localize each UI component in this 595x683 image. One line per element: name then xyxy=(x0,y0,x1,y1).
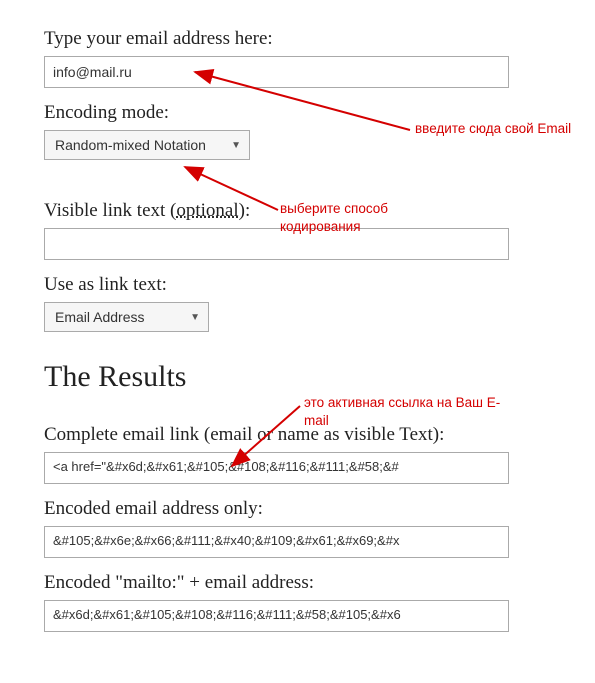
encoded-mailto-label: Encoded "mailto:" + email address: xyxy=(44,572,551,594)
useas-select[interactable]: Email Address ▼ xyxy=(44,302,209,332)
email-input[interactable] xyxy=(44,56,509,88)
encoder-form: Type your email address here: Encoding m… xyxy=(0,0,595,666)
annotation-result: это активная ссылка на Ваш E-mail xyxy=(304,394,504,430)
encoding-select[interactable]: Random-mixed Notation ▼ xyxy=(44,130,250,160)
encoded-address-output[interactable]: &#105;&#x6e;&#x66;&#111;&#x40;&#109;&#x6… xyxy=(44,526,509,558)
email-label: Type your email address here: xyxy=(44,28,551,50)
annotation-email: введите сюда свой Email xyxy=(415,120,575,138)
chevron-down-icon: ▼ xyxy=(231,140,241,151)
useas-select-value: Email Address xyxy=(55,309,144,325)
annotation-encoding: выберите способ кодирования xyxy=(280,200,430,236)
encoded-mailto-output[interactable]: &#x6d;&#x61;&#105;&#108;&#116;&#111;&#58… xyxy=(44,600,509,632)
useas-label: Use as link text: xyxy=(44,274,551,296)
complete-link-output[interactable]: <a href="&#x6d;&#x61;&#105;&#108;&#116;&… xyxy=(44,452,509,484)
chevron-down-icon: ▼ xyxy=(190,312,200,323)
encoded-address-label: Encoded email address only: xyxy=(44,498,551,520)
visible-text-input[interactable] xyxy=(44,228,509,260)
results-heading: The Results xyxy=(44,360,551,394)
encoding-select-value: Random-mixed Notation xyxy=(55,137,206,153)
